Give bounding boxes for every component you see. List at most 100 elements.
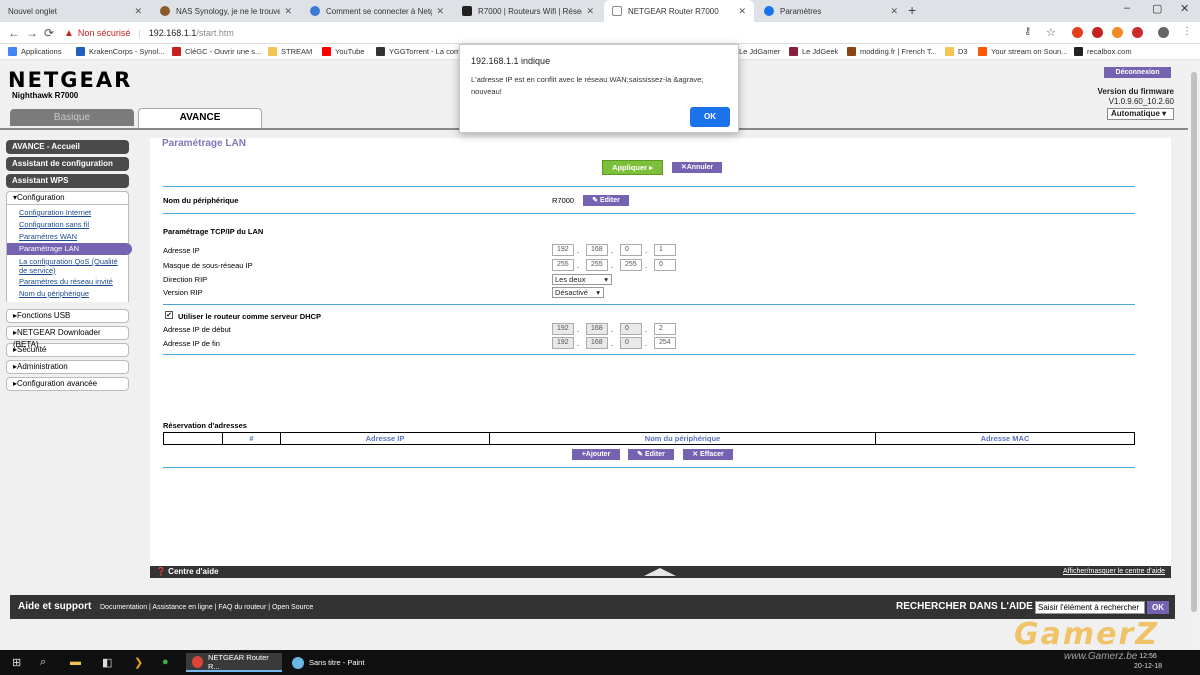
sidebar-section-downloader[interactable]: ▸NETGEAR Downloader (BETA) [6, 326, 129, 349]
support-links[interactable]: Documentation | Assistance en ligne | FA… [100, 604, 313, 611]
profile-avatar-icon[interactable] [1158, 27, 1169, 38]
sidebar-item-internet-setup[interactable]: Configuration Internet [7, 207, 128, 219]
cancel-button[interactable]: ✕Annuler [672, 162, 722, 173]
ip-octet-4[interactable]: 1 [654, 244, 676, 256]
search-icon[interactable]: ⌕ [40, 656, 46, 669]
windows-start-icon[interactable]: ⊞ [12, 656, 21, 669]
sidebar-item-advanced-home[interactable]: AVANCE - Accueil [6, 140, 129, 154]
page-scrollbar[interactable] [1188, 60, 1200, 650]
mask-octet-2[interactable]: 255 [586, 259, 608, 271]
browser-tab[interactable]: Comment se connecter à Netgea... ✕ [302, 0, 452, 22]
mask-octet-3[interactable]: 255 [620, 259, 642, 271]
bookmark-item[interactable]: YouTube [322, 47, 364, 56]
bookmark-applications[interactable]: Applications [8, 47, 61, 56]
sidebar-item-lan-setup[interactable]: Paramétrage LAN [7, 243, 132, 255]
edit-device-name-button[interactable]: ✎ Editer [583, 195, 629, 206]
tab-advanced[interactable]: AVANCE [138, 108, 262, 128]
update-mode-select[interactable]: Automatique ▾ [1107, 108, 1174, 120]
star-icon[interactable]: ☆ [1046, 26, 1056, 39]
back-arrow-icon[interactable]: ← [8, 26, 20, 40]
browser-tab[interactable]: R7000 | Routeurs Wifi | Réseau | ... ✕ [454, 0, 602, 22]
close-icon[interactable]: ✕ [890, 6, 898, 17]
sidebar-item-wps-wizard[interactable]: Assistant WPS [6, 174, 129, 188]
dialog-ok-button[interactable]: OK [690, 107, 730, 127]
window-close-button[interactable]: ✕ [1180, 2, 1189, 15]
scrollbar-thumb[interactable] [1191, 72, 1197, 612]
add-reservation-button[interactable]: +Ajouter [572, 449, 620, 460]
system-clock[interactable]: 12:56 20-12-18 [1134, 652, 1162, 672]
bookmark-folder[interactable]: D3 [945, 47, 968, 56]
close-icon[interactable]: ✕ [738, 6, 746, 17]
rip-version-select[interactable]: Désactivé ▾ [552, 287, 604, 298]
bookmark-item[interactable]: YGGTorrent - La com... [376, 47, 467, 56]
close-icon[interactable]: ✕ [586, 6, 594, 17]
not-secure-label[interactable]: Non sécurisé [78, 28, 131, 38]
opera-extension-icon[interactable] [1072, 27, 1083, 38]
bookmark-item[interactable]: Le JdGamer [739, 47, 780, 56]
maximize-button[interactable]: ▢ [1152, 2, 1162, 15]
taskbar-app-paint[interactable]: Sans titre - Paint [286, 653, 382, 672]
plex-icon[interactable]: ❯ [134, 656, 143, 669]
youtube-icon [322, 47, 331, 56]
mask-octet-4[interactable]: 0 [654, 259, 676, 271]
edit-reservation-button[interactable]: ✎ Editer [628, 449, 674, 460]
tab-basic[interactable]: Basique [10, 109, 134, 126]
ip-octet-1[interactable]: 192 [552, 244, 574, 256]
browser-tab[interactable]: Nouvel onglet ✕ [0, 0, 150, 22]
sidebar-item-guest-network[interactable]: Paramètres du réseau invité [7, 276, 128, 288]
ip-octet-2[interactable]: 168 [586, 244, 608, 256]
forward-arrow-icon[interactable]: → [26, 26, 38, 40]
help-toggle-link[interactable]: Afficher/masquer le centre d'aide [1063, 568, 1165, 575]
media-app-icon[interactable]: ◧ [102, 656, 112, 669]
bookmark-item[interactable]: Le JdGeek [789, 47, 838, 56]
rip-direction-select[interactable]: Les deux ▾ [552, 274, 612, 285]
reload-icon[interactable]: ⟳ [44, 26, 54, 40]
adblock-extension-icon[interactable] [1092, 27, 1103, 38]
bookmark-item[interactable]: KrakenCorps - Synol... [76, 47, 164, 56]
help-search-input[interactable]: Saisir l'élément à rechercher [1035, 601, 1145, 614]
sidebar-section-administration[interactable]: ▸Administration [6, 360, 129, 374]
browser-tab-active[interactable]: NETGEAR Router R7000 ✕ [604, 0, 754, 22]
bookmark-item[interactable]: modding.fr | French T... [847, 47, 937, 56]
dhcp-checkbox[interactable]: ✔ [165, 311, 173, 319]
browser-tab[interactable]: NAS Synology, je ne le trouve pl... ✕ [152, 0, 300, 22]
sidebar-item-wireless-setup[interactable]: Configuration sans fil [7, 219, 128, 231]
sidebar-section-usb[interactable]: ▸Fonctions USB [6, 309, 129, 323]
sidebar-section-security[interactable]: ▸Sécurité [6, 343, 129, 357]
sidebar-section-configuration[interactable]: ▾Configuration [6, 191, 129, 205]
new-tab-button[interactable]: + [908, 2, 916, 18]
help-center-label[interactable]: ❓ Centre d'aide [156, 567, 219, 576]
bookmark-folder[interactable]: STREAM [268, 47, 312, 56]
file-explorer-icon[interactable]: ▬ [70, 656, 81, 668]
start-ip-octet-4[interactable]: 2 [654, 323, 676, 335]
expand-arrow-icon[interactable] [644, 568, 676, 576]
close-icon[interactable]: ✕ [436, 6, 444, 17]
ip-octet-3[interactable]: 0 [620, 244, 642, 256]
key-icon[interactable]: ⚷ [1024, 26, 1031, 37]
delete-reservation-button[interactable]: ✕ Effacer [683, 449, 733, 460]
apply-button[interactable]: Appliquer ▸ [602, 160, 663, 175]
bookmark-item[interactable]: recalbox.com [1074, 47, 1132, 56]
sidebar-item-qos[interactable]: La configuration QoS (Qualité de service… [7, 255, 128, 276]
taskbar-app-chrome[interactable]: NETGEAR Router R... [186, 653, 282, 672]
end-ip-octet-4[interactable]: 254 [654, 337, 676, 349]
extension-icon[interactable] [1112, 27, 1123, 38]
sidebar-item-setup-wizard[interactable]: Assistant de configuration [6, 157, 129, 171]
extension-icon[interactable] [1132, 27, 1143, 38]
utorrent-icon[interactable]: ● [162, 656, 169, 668]
close-icon[interactable]: ✕ [284, 6, 292, 17]
sidebar-item-device-name[interactable]: Nom du périphérique [7, 288, 128, 300]
help-search-ok-button[interactable]: OK [1147, 601, 1169, 614]
bookmark-item[interactable]: CléGC - Ouvrir une s... [172, 47, 261, 56]
close-icon[interactable]: ✕ [134, 6, 142, 17]
sidebar-item-wan-settings[interactable]: Paramètres WAN [7, 231, 128, 243]
address-bar[interactable]: ▲ Non sécurisé | 192.168.1.1 /start.htm [64, 25, 1064, 41]
column-number: # [223, 433, 281, 444]
menu-kebab-icon[interactable]: ⋮ [1182, 26, 1192, 37]
logout-button[interactable]: Déconnexion [1104, 67, 1171, 78]
browser-tab[interactable]: Paramètres ✕ [756, 0, 906, 22]
sidebar-section-advanced-setup[interactable]: ▸Configuration avancée [6, 377, 129, 391]
bookmark-item[interactable]: Your stream on Soun... [978, 47, 1067, 56]
minimize-button[interactable]: – [1124, 2, 1130, 14]
mask-octet-1[interactable]: 255 [552, 259, 574, 271]
